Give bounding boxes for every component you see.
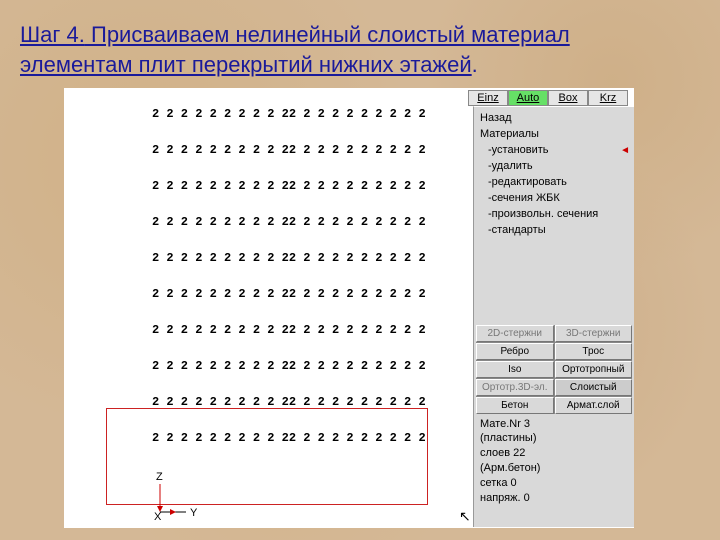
material-type-grid: 2D-стержни 3D-стержни Ребро Трос Iso Орт… bbox=[476, 325, 632, 414]
element-rows: 2 2 2 2 2 2 2 2 2 22 2 2 2 2 2 2 2 2 2 2… bbox=[152, 108, 426, 444]
axis-x-label: X bbox=[154, 511, 162, 523]
element-row[interactable]: 2 2 2 2 2 2 2 2 2 22 2 2 2 2 2 2 2 2 2 bbox=[152, 324, 426, 336]
step-label: Шаг 4. bbox=[20, 22, 85, 47]
btn-rib[interactable]: Ребро bbox=[476, 343, 554, 360]
info-mat-nr: Мате.Nr 3 bbox=[480, 417, 629, 432]
btn-3d-bars[interactable]: 3D-стержни bbox=[555, 325, 633, 342]
info-type: (пластины) bbox=[480, 431, 629, 446]
menu-free-sections[interactable]: -произвольн. сечения bbox=[480, 207, 630, 223]
info-mesh: сетка 0 bbox=[480, 476, 629, 491]
axis-y-label: Y bbox=[190, 507, 198, 519]
element-row[interactable]: 2 2 2 2 2 2 2 2 2 22 2 2 2 2 2 2 2 2 2 bbox=[152, 360, 426, 372]
model-viewport[interactable]: 2 2 2 2 2 2 2 2 2 22 2 2 2 2 2 2 2 2 2 2… bbox=[64, 88, 472, 526]
app-window: Einz Auto Box Krz 2 2 2 2 2 2 2 2 2 22 2… bbox=[64, 88, 634, 528]
title-period: . bbox=[472, 52, 478, 77]
menu-sections[interactable]: -сечения ЖБК bbox=[480, 191, 630, 207]
element-row[interactable]: 2 2 2 2 2 2 2 2 2 22 2 2 2 2 2 2 2 2 2 bbox=[152, 180, 426, 192]
btn-concrete[interactable]: Бетон bbox=[476, 397, 554, 414]
axis-indicator: Z X Y bbox=[154, 470, 214, 523]
title-part-2: элементам плит перекрытий нижних этажей bbox=[20, 52, 472, 77]
mode-box[interactable]: Box bbox=[548, 90, 588, 106]
menu-standards[interactable]: -стандарты bbox=[480, 223, 630, 239]
page-title: Шаг 4. Присваиваем нелинейный слоистый м… bbox=[20, 20, 580, 79]
btn-2d-bars[interactable]: 2D-стержни bbox=[476, 325, 554, 342]
element-row[interactable]: 2 2 2 2 2 2 2 2 2 22 2 2 2 2 2 2 2 2 2 bbox=[152, 396, 426, 408]
btn-ortho-3d[interactable]: Ортотр.3D-эл. bbox=[476, 379, 554, 396]
active-marker-icon: ◄ bbox=[620, 144, 630, 159]
element-row[interactable]: 2 2 2 2 2 2 2 2 2 22 2 2 2 2 2 2 2 2 2 bbox=[152, 216, 426, 228]
mode-auto[interactable]: Auto bbox=[508, 90, 548, 106]
command-menu: Назад Материалы -установить ◄ -удалить -р… bbox=[474, 107, 634, 241]
menu-set[interactable]: -установить bbox=[488, 143, 549, 159]
menu-materials[interactable]: Материалы bbox=[480, 127, 539, 143]
axis-z-label: Z bbox=[156, 471, 163, 483]
btn-iso[interactable]: Iso bbox=[476, 361, 554, 378]
info-reinf: (Арм.бетон) bbox=[480, 461, 629, 476]
element-row[interactable]: 2 2 2 2 2 2 2 2 2 22 2 2 2 2 2 2 2 2 2 bbox=[152, 252, 426, 264]
element-row[interactable]: 2 2 2 2 2 2 2 2 2 22 2 2 2 2 2 2 2 2 2 bbox=[152, 144, 426, 156]
selection-mode-tabs: Einz Auto Box Krz bbox=[468, 90, 628, 106]
mode-einz[interactable]: Einz bbox=[468, 90, 508, 106]
element-row[interactable]: 2 2 2 2 2 2 2 2 2 22 2 2 2 2 2 2 2 2 2 bbox=[152, 108, 426, 120]
mode-krz[interactable]: Krz bbox=[588, 90, 628, 106]
element-row[interactable]: 2 2 2 2 2 2 2 2 2 22 2 2 2 2 2 2 2 2 2 bbox=[152, 288, 426, 300]
menu-delete[interactable]: -удалить bbox=[480, 159, 630, 175]
title-part-1: Присваиваем нелинейный слоистый материал bbox=[85, 22, 570, 47]
btn-rebar-layer[interactable]: Армат.слой bbox=[555, 397, 633, 414]
btn-layered[interactable]: Слоистый bbox=[555, 379, 633, 396]
menu-back[interactable]: Назад bbox=[480, 111, 512, 127]
info-stress: напряж. 0 bbox=[480, 491, 629, 506]
btn-orthotropic[interactable]: Ортотропный bbox=[555, 361, 633, 378]
btn-cable[interactable]: Трос bbox=[555, 343, 633, 360]
info-layers: слоев 22 bbox=[480, 446, 629, 461]
menu-edit[interactable]: -редактировать bbox=[480, 175, 630, 191]
side-panel: Назад Материалы -установить ◄ -удалить -р… bbox=[473, 106, 634, 527]
material-info: Мате.Nr 3 (пластины) слоев 22 (Арм.бетон… bbox=[474, 414, 634, 507]
cursor-icon: ↖ bbox=[459, 508, 471, 525]
